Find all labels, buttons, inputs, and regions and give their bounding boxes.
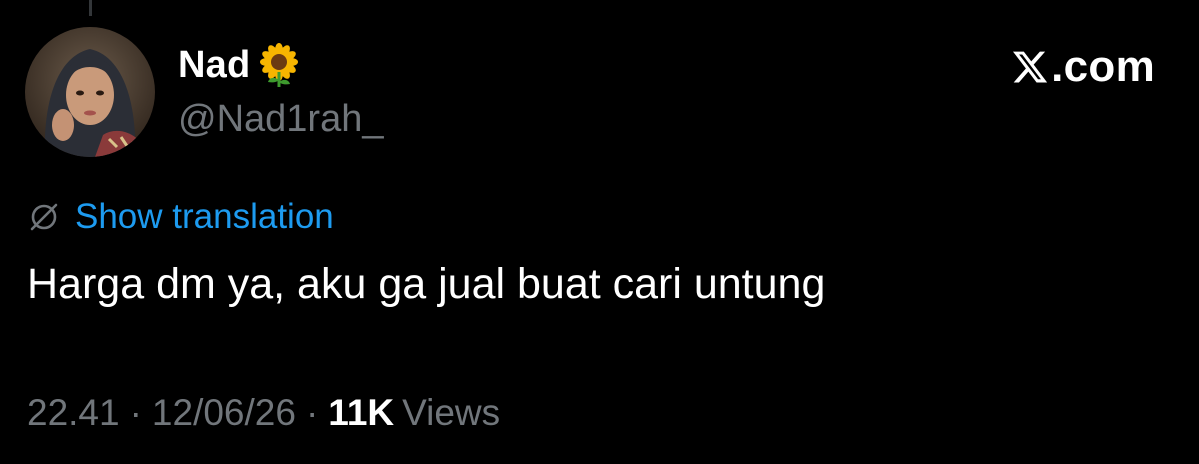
views-count[interactable]: 11K [328, 392, 394, 434]
avatar[interactable] [25, 27, 155, 157]
author-display-name[interactable]: Nad [178, 44, 250, 87]
tweet-meta: 22.41 · 12/06/26 · 11K Views [27, 392, 500, 434]
meta-separator: · [305, 392, 319, 433]
meta-separator: · [129, 392, 142, 433]
thread-connector-line [89, 0, 92, 16]
tweet-text: Harga dm ya, aku ga jual buat cari untun… [27, 260, 826, 308]
brand-domain-text: .com [1051, 42, 1155, 91]
brand-watermark: .com [1011, 40, 1155, 94]
tweet-date[interactable]: 12/06/26 [152, 392, 296, 434]
x-logo-icon [1013, 51, 1048, 83]
views-label[interactable]: Views [402, 392, 500, 434]
author-handle[interactable]: @Nad1rah_ [178, 98, 383, 141]
globe-slash-icon [30, 203, 58, 231]
avatar-image [25, 27, 155, 157]
show-translation-link[interactable]: Show translation [75, 197, 334, 237]
show-translation-row[interactable]: Show translation [27, 195, 334, 239]
tweet-time[interactable]: 22.41 [27, 392, 120, 434]
author-name-row[interactable]: Nad [178, 40, 302, 90]
sunflower-emoji-icon [256, 42, 302, 88]
